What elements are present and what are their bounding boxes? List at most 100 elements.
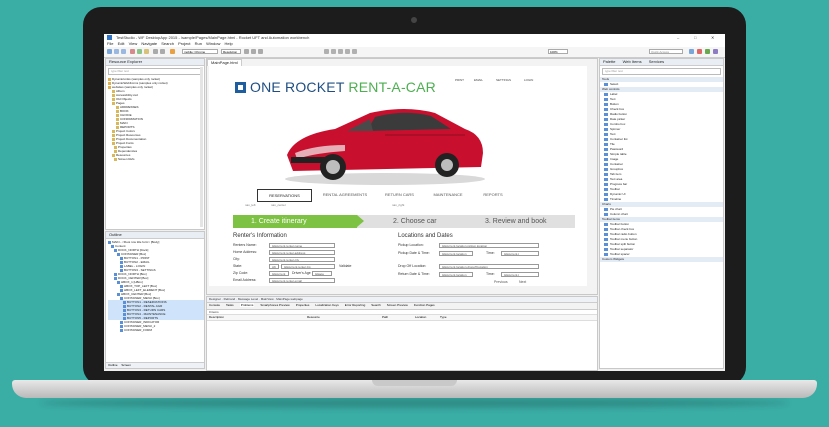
next-button[interactable]: Next <box>519 280 526 285</box>
tab-services[interactable]: Services <box>649 59 664 64</box>
quick-access-input[interactable]: Quick Access <box>649 49 683 54</box>
palette-item-label: Pie chart <box>610 207 622 211</box>
step-choose-car[interactable]: 2. Choose car <box>393 215 437 228</box>
menu-navigate[interactable]: Navigate <box>141 41 157 46</box>
palette-section-header[interactable]: Custom Widgets <box>600 257 723 262</box>
problems-column-header[interactable]: Type <box>440 315 447 319</box>
nav-reports[interactable]: REPORTS <box>474 189 512 200</box>
drivers-age-select[interactable]: &&age <box>312 271 332 276</box>
menu-file[interactable]: File <box>107 41 113 46</box>
bottom-tab[interactable]: Problems <box>239 303 255 307</box>
menu-project[interactable]: Project <box>178 41 190 46</box>
resource-filter-input[interactable]: type filter text <box>108 68 202 75</box>
palette-filter-input[interactable]: type filter text <box>602 68 721 75</box>
problems-column-header[interactable]: Location <box>415 315 426 319</box>
refresh-icon[interactable] <box>160 49 165 54</box>
editor-tab-mainpage[interactable]: MainPage.html <box>207 59 242 66</box>
bottom-tab[interactable]: Localization Keys <box>315 303 338 307</box>
perspective-design-icon[interactable] <box>697 49 702 54</box>
layout-icon[interactable] <box>338 49 343 54</box>
perspective-icon[interactable] <box>689 49 694 54</box>
validate-link[interactable]: Validate <box>339 264 351 269</box>
city-input[interactable]: &&current.renter.city <box>269 257 335 262</box>
step-create-itinerary[interactable]: 1. Create itinerary <box>233 215 357 228</box>
state-select[interactable]: AK <box>269 264 279 269</box>
palette-item-label: Check box <box>610 107 625 111</box>
step-review-book[interactable]: 3. Review and book <box>485 215 546 228</box>
tab-outline[interactable]: Outline <box>108 363 118 367</box>
align-left-icon[interactable] <box>244 49 249 54</box>
search-icon[interactable] <box>153 49 158 54</box>
palette-tabs: Palette Web Items Services <box>600 59 723 66</box>
nav-return-cars[interactable]: RETURN CARS <box>377 189 422 200</box>
run-icon[interactable] <box>137 49 142 54</box>
tab-palette[interactable]: Palette <box>603 59 615 64</box>
nav-rental-agreements[interactable]: RENTAL AGREEMENTS <box>315 189 375 200</box>
bottom-tab[interactable]: Function Pages <box>414 303 435 307</box>
menu-view[interactable]: View <box>129 41 138 46</box>
minimize-button[interactable]: – <box>677 35 679 40</box>
tab-screen[interactable]: Screen <box>121 363 131 367</box>
palette-widget-icon <box>604 112 608 116</box>
login-link[interactable]: LOGIN <box>524 78 533 82</box>
settings-link[interactable]: SETTINGS <box>496 78 511 82</box>
new-icon[interactable] <box>107 49 112 54</box>
menu-window[interactable]: Window <box>206 41 220 46</box>
dropoff-location-select[interactable]: &&current.location.dropoff.location <box>439 264 539 269</box>
zoom-select[interactable]: 100% <box>548 49 568 54</box>
print-link[interactable]: PRINT <box>455 78 464 82</box>
snap-icon[interactable] <box>331 49 336 54</box>
resource-tree-item[interactable]: Screen Refs <box>108 157 204 161</box>
pickup-time-select[interactable]: &&current.t <box>501 251 539 256</box>
return-date-input[interactable]: &&current.location <box>439 272 473 277</box>
save-icon[interactable] <box>114 49 119 54</box>
palette-widget-icon <box>604 122 608 126</box>
zoom-in-icon[interactable] <box>345 49 350 54</box>
menu-edit[interactable]: Edit <box>118 41 125 46</box>
return-time-select[interactable]: &&current.t <box>501 272 539 277</box>
browser-select[interactable]: mobile: Chrome <box>182 49 218 54</box>
bottom-tab[interactable]: Console <box>209 303 220 307</box>
bottom-tab[interactable]: Tasks <box>226 303 234 307</box>
tab-web-items[interactable]: Web Items <box>623 59 642 64</box>
renter-name-input[interactable]: &&current.renter.name <box>269 243 335 248</box>
bottom-tab[interactable]: Properties <box>296 303 310 307</box>
problems-column-header[interactable]: Description <box>209 315 224 319</box>
maximize-button[interactable]: □ <box>694 35 696 40</box>
align-center-icon[interactable] <box>251 49 256 54</box>
debug-icon[interactable] <box>144 49 149 54</box>
previous-button[interactable]: Previous <box>494 280 508 285</box>
bottom-tab[interactable]: Search <box>371 303 381 307</box>
pickup-date-input[interactable]: &&current.location <box>439 251 473 256</box>
perspective-debug-icon[interactable] <box>713 49 718 54</box>
problems-column-header[interactable]: Resource <box>307 315 320 319</box>
zoom-out-icon[interactable] <box>352 49 357 54</box>
nav-reservations[interactable]: RESERVATIONS <box>257 189 312 202</box>
device-icon[interactable] <box>170 49 175 54</box>
save-all-icon[interactable] <box>121 49 126 54</box>
zip-input[interactable]: &&current.renter.zip <box>281 264 335 269</box>
home-address-input[interactable]: &&current.renter.address <box>269 250 335 255</box>
outline-tree-item[interactable]: CONTAINER_FORM <box>108 328 204 332</box>
undo-icon[interactable] <box>130 49 135 54</box>
email-input[interactable]: &&current.renter.email <box>269 278 335 283</box>
pickup-location-select[interactable]: &&current.location.pickup.location <box>439 243 539 248</box>
problems-column-header[interactable]: Path <box>382 315 388 319</box>
close-button[interactable]: ✕ <box>711 35 714 40</box>
palette-item-label: Container list <box>610 137 628 141</box>
bottom-tab[interactable]: Smartphones Preview <box>260 303 289 307</box>
bottom-tab[interactable]: Error Reporting <box>345 303 366 307</box>
perspective-test-icon[interactable] <box>705 49 710 54</box>
email-link[interactable]: EMAIL <box>474 78 483 82</box>
nav-maintenance[interactable]: MAINTENANCE <box>424 189 472 200</box>
menu-help[interactable]: Help <box>224 41 232 46</box>
resource-scrollbar[interactable] <box>200 67 203 227</box>
bottom-tab[interactable]: Screen Preview <box>387 303 408 307</box>
zip-code-input[interactable]: &&current <box>269 271 289 276</box>
grid-icon[interactable] <box>324 49 329 54</box>
align-right-icon[interactable] <box>258 49 263 54</box>
page-canvas[interactable]: ONE ROCKET RENT-A-CAR PRINT EMAIL SETTIN… <box>209 66 587 286</box>
resolution-select[interactable]: Resolution <box>221 49 241 54</box>
menu-search[interactable]: Search <box>161 41 174 46</box>
menu-run[interactable]: Run <box>195 41 202 46</box>
